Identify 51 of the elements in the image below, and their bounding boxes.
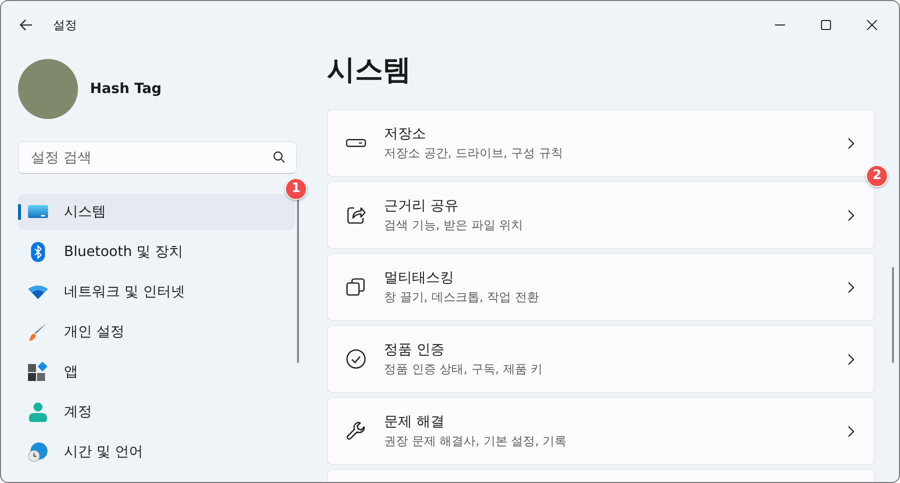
wifi-icon (28, 285, 48, 299)
card-description: 정품 인증 상태, 구독, 제품 키 (384, 360, 544, 378)
search-icon (273, 151, 285, 163)
bluetooth-icon (28, 242, 48, 262)
chevron-right-icon (848, 426, 854, 436)
wrench-icon (346, 421, 366, 441)
nav-item[interactable]: 시간 및 언어 (18, 434, 295, 470)
globe-clock-icon (28, 442, 48, 462)
card-title: 멀티태스킹 (384, 268, 455, 286)
nav-item[interactable]: 앱 (18, 354, 295, 390)
apps-icon (28, 362, 48, 382)
nav-item[interactable]: 계정 (18, 394, 295, 430)
card-title: 근거리 공유 (384, 196, 460, 214)
nav-item[interactable]: Bluetooth 및 장치 (18, 234, 295, 270)
page-title: 시스템 (327, 52, 412, 88)
close-icon[interactable] (867, 20, 877, 30)
settings-card[interactable]: 저장소 저장소 공간, 드라이브, 구성 규칙 (327, 109, 875, 177)
settings-card[interactable]: 정품 인증 정품 인증 상태, 구독, 제품 키 (327, 325, 875, 393)
user-name: Hash Tag (90, 81, 162, 97)
back-arrow-icon[interactable] (19, 19, 33, 31)
callout-badge: 2 (866, 165, 888, 187)
nav-item[interactable]: 개인 설정 (18, 314, 295, 350)
settings-card[interactable]: 근거리 공유 검색 기능, 받은 파일 위치 (327, 181, 875, 249)
check-circle-icon (346, 349, 366, 369)
card-title: 문제 해결 (384, 412, 446, 430)
settings-card[interactable]: 문제 해결 권장 문제 해결사, 기본 설정, 기록 (327, 397, 875, 465)
chevron-right-icon (848, 354, 854, 364)
card-description: 검색 기능, 받은 파일 위치 (384, 216, 524, 234)
paintbrush-icon (28, 322, 48, 342)
card-title: 정품 인증 (384, 340, 446, 358)
card-title: 저장소 (384, 124, 427, 142)
settings-card[interactable]: 멀티태스킹 창 끌기, 데스크톱, 작업 전환 (327, 253, 875, 321)
chevron-right-icon (848, 138, 854, 148)
chevron-right-icon (848, 282, 854, 292)
card-description: 저장소 공간, 드라이브, 구성 규칙 (384, 144, 564, 162)
card-description: 권장 문제 해결사, 기본 설정, 기록 (384, 432, 568, 450)
search-field[interactable]: 설정 검색 (18, 141, 297, 174)
scrollbar[interactable] (297, 197, 299, 363)
person-icon (28, 402, 48, 422)
nav-item[interactable]: 시스템 (18, 194, 295, 230)
scrollbar[interactable] (892, 267, 894, 363)
share-icon (346, 205, 366, 225)
storage-drive-icon (346, 139, 366, 147)
callout-badge: 1 (285, 178, 307, 200)
card-description: 창 끌기, 데스크톱, 작업 전환 (384, 288, 540, 306)
chevron-right-icon (848, 210, 854, 220)
windows-stack-icon (346, 277, 366, 297)
window-title: 설정 (53, 16, 77, 34)
maximize-icon[interactable] (821, 20, 831, 30)
monitor-icon (28, 204, 48, 220)
nav-item[interactable]: 네트워크 및 인터넷 (18, 274, 295, 310)
